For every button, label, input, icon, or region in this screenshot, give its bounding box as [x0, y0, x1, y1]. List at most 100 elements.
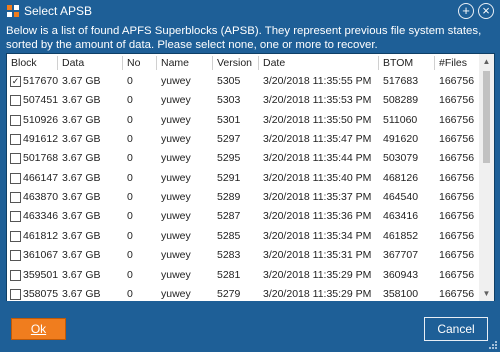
table-row[interactable]: 491612 3.67 GB 0 yuwey 5297 3/20/2018 11:35:4… [7, 130, 479, 149]
cell-btom: 468126 [383, 171, 419, 184]
column-divider[interactable] [378, 56, 379, 70]
select-apsb-dialog: Select APSB + × Below is a list of found… [0, 0, 500, 352]
column-header-files[interactable]: #Files [439, 57, 467, 69]
cell-version: 5285 [217, 229, 241, 242]
row-checkbox[interactable] [10, 153, 21, 165]
table-row[interactable]: ✓ 517670 3.67 GB 0 yuwey 5305 3/20/2018 11:35:… [7, 72, 479, 91]
cell-files: 166756 [439, 249, 475, 262]
cell-date: 3/20/2018 11:35:50 PM [263, 113, 372, 126]
cell-version: 5295 [217, 152, 241, 165]
cell-name: yuwey [161, 268, 191, 281]
row-checkbox[interactable] [10, 192, 21, 204]
cell-files: 166756 [439, 287, 475, 300]
row-checkbox[interactable] [10, 172, 21, 184]
app-logo-icon [7, 5, 19, 17]
cell-btom: 508289 [383, 94, 419, 107]
cell-version: 5291 [217, 171, 241, 184]
row-checkbox[interactable] [10, 230, 21, 242]
column-header-name[interactable]: Name [161, 57, 189, 69]
table-row[interactable]: 463346 3.67 GB 0 yuwey 5287 3/20/2018 11:35:3… [7, 207, 479, 226]
table-row[interactable]: 358075 3.67 GB 0 yuwey 5279 3/20/2018 11:35:2… [7, 285, 479, 301]
cell-block: 510926 [23, 113, 59, 126]
close-button[interactable]: × [478, 3, 494, 19]
dialog-description: Below is a list of found APFS Superblock… [6, 25, 482, 51]
column-divider[interactable] [122, 56, 123, 70]
cell-date: 3/20/2018 11:35:29 PM [263, 287, 372, 300]
cancel-button[interactable]: Cancel [424, 317, 488, 341]
cell-block: 517670 [23, 75, 59, 87]
cell-no: 0 [127, 152, 133, 165]
cell-date: 3/20/2018 11:35:31 PM [263, 249, 372, 262]
cell-block: 461812 [23, 229, 59, 242]
cell-block: 361067 [23, 249, 59, 262]
cell-files: 166756 [439, 133, 475, 146]
column-divider[interactable] [57, 56, 58, 70]
row-checkbox[interactable] [10, 114, 21, 126]
cell-block: 358075 [23, 287, 59, 300]
cell-data: 3.67 GB [62, 152, 101, 165]
table-row[interactable]: 461812 3.67 GB 0 yuwey 5285 3/20/2018 11:35:3… [7, 227, 479, 246]
cell-data: 3.67 GB [62, 94, 101, 107]
cell-version: 5279 [217, 287, 241, 300]
cell-block: 463870 [23, 191, 59, 204]
table-row[interactable]: 463870 3.67 GB 0 yuwey 5289 3/20/2018 11:35:3… [7, 188, 479, 207]
column-header-data[interactable]: Data [62, 57, 84, 69]
apsb-table: Block Data No Name Version Date BTOM #Fi… [6, 53, 495, 302]
column-header-date[interactable]: Date [263, 57, 285, 69]
cell-date: 3/20/2018 11:35:36 PM [263, 210, 372, 223]
cell-data: 3.67 GB [62, 171, 101, 184]
close-icon: × [482, 3, 490, 18]
table-row[interactable]: 359501 3.67 GB 0 yuwey 5281 3/20/2018 11:35:2… [7, 266, 479, 285]
cell-version: 5283 [217, 249, 241, 262]
column-divider[interactable] [434, 56, 435, 70]
table-row[interactable]: 361067 3.67 GB 0 yuwey 5283 3/20/2018 11:35:3… [7, 246, 479, 265]
cell-name: yuwey [161, 171, 191, 184]
scroll-up-arrow-icon[interactable]: ▲ [479, 54, 494, 69]
cell-block: 491612 [23, 133, 59, 146]
column-divider[interactable] [258, 56, 259, 70]
row-checkbox[interactable] [10, 250, 21, 262]
row-checkbox[interactable] [10, 95, 21, 107]
cell-date: 3/20/2018 11:35:40 PM [263, 171, 372, 184]
resize-grip-icon[interactable] [488, 340, 498, 350]
cell-data: 3.67 GB [62, 210, 101, 223]
cell-files: 166756 [439, 75, 475, 87]
row-checkbox[interactable] [10, 269, 21, 281]
column-divider[interactable] [212, 56, 213, 70]
column-header-btom[interactable]: BTOM [383, 57, 413, 69]
vertical-scrollbar[interactable]: ▲ ▼ [479, 54, 494, 301]
cell-no: 0 [127, 171, 133, 184]
cell-btom: 503079 [383, 152, 419, 165]
table-header: Block Data No Name Version Date BTOM #Fi… [7, 54, 494, 72]
column-divider[interactable] [156, 56, 157, 70]
cell-btom: 511060 [383, 113, 418, 126]
cell-date: 3/20/2018 11:35:53 PM [263, 94, 372, 107]
cell-no: 0 [127, 75, 133, 87]
row-checkbox[interactable]: ✓ [10, 76, 21, 87]
cell-version: 5297 [217, 133, 241, 146]
cell-version: 5303 [217, 94, 241, 107]
maximize-button[interactable]: + [458, 3, 474, 19]
column-header-no[interactable]: No [127, 57, 140, 69]
scrollbar-thumb[interactable] [483, 71, 490, 163]
cell-data: 3.67 GB [62, 191, 101, 204]
cell-version: 5305 [217, 75, 241, 87]
table-row[interactable]: 510926 3.67 GB 0 yuwey 5301 3/20/2018 11:35:5… [7, 111, 479, 130]
scroll-down-arrow-icon[interactable]: ▼ [479, 286, 494, 301]
cell-files: 166756 [439, 171, 475, 184]
table-row[interactable]: 507451 3.67 GB 0 yuwey 5303 3/20/2018 11:35:5… [7, 91, 479, 110]
cell-no: 0 [127, 94, 133, 107]
cell-block: 463346 [23, 210, 59, 223]
table-row[interactable]: 466147 3.67 GB 0 yuwey 5291 3/20/2018 11:35:4… [7, 169, 479, 188]
ok-button[interactable]: Ok [11, 318, 66, 340]
column-header-block[interactable]: Block [11, 57, 37, 69]
cell-name: yuwey [161, 75, 191, 87]
row-checkbox[interactable] [10, 211, 21, 223]
row-checkbox[interactable] [10, 134, 21, 146]
title-bar[interactable]: Select APSB + × [0, 0, 500, 22]
cell-files: 166756 [439, 152, 475, 165]
table-row[interactable]: 501768 3.67 GB 0 yuwey 5295 3/20/2018 11:35:4… [7, 149, 479, 168]
row-checkbox[interactable] [10, 288, 21, 300]
column-header-version[interactable]: Version [217, 57, 252, 69]
cell-block: 501768 [23, 152, 59, 165]
